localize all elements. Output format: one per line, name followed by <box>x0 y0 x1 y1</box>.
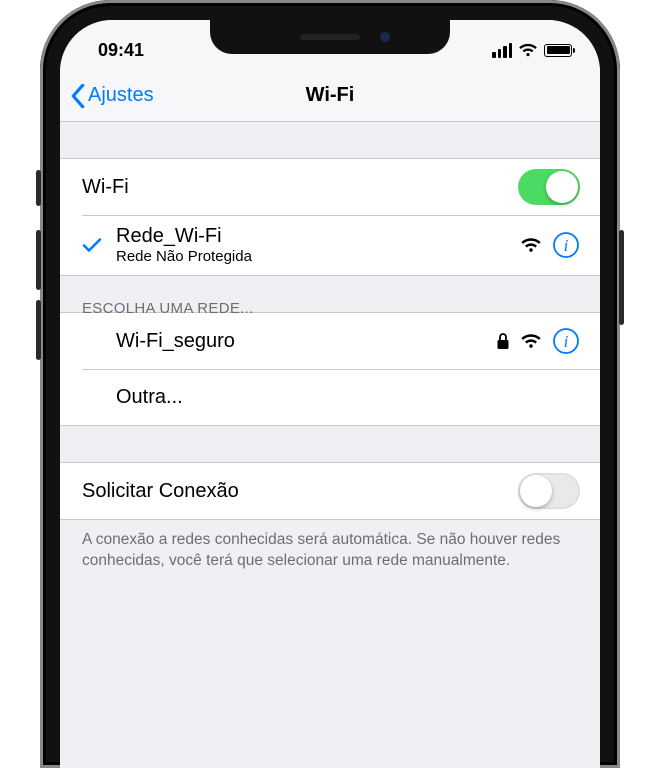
info-button[interactable]: i <box>552 327 580 355</box>
choose-network-header: ESCOLHA UMA REDE... <box>60 276 600 312</box>
battery-icon <box>544 44 572 57</box>
svg-text:i: i <box>564 332 569 351</box>
wifi-toggle-label: Wi-Fi <box>82 176 518 199</box>
wifi-signal-icon <box>520 237 542 253</box>
wifi-toggle-switch[interactable] <box>518 169 580 205</box>
checkmark-icon <box>82 236 116 254</box>
ask-to-join-switch[interactable] <box>518 473 580 509</box>
other-network-label: Outra... <box>116 386 580 409</box>
connected-network-name: Rede_Wi-Fi <box>116 225 520 248</box>
connected-network-subtitle: Rede Não Protegida <box>116 248 520 265</box>
back-button[interactable]: Ajustes <box>70 84 154 108</box>
chevron-left-icon <box>70 84 86 108</box>
ask-to-join-row: Solicitar Conexão <box>60 463 600 519</box>
back-label: Ajustes <box>88 84 154 107</box>
device-notch <box>210 20 450 54</box>
settings-wifi-screen: 09:41 Ajustes Wi-Fi <box>60 20 600 768</box>
ask-to-join-footer: A conexão a redes conhecidas será automá… <box>60 520 600 592</box>
status-time: 09:41 <box>98 40 144 61</box>
nav-bar: Ajustes Wi-Fi <box>60 70 600 122</box>
cellular-signal-icon <box>492 43 512 58</box>
ask-to-join-label: Solicitar Conexão <box>82 480 518 503</box>
network-row[interactable]: Wi-Fi_seguro <box>60 313 600 369</box>
other-network-row[interactable]: Outra... <box>60 369 600 425</box>
lock-icon <box>496 332 510 350</box>
wifi-status-icon <box>518 43 538 57</box>
wifi-signal-icon <box>520 333 542 349</box>
connected-network-row[interactable]: Rede_Wi-Fi Rede Não Protegida i <box>60 215 600 275</box>
info-button[interactable]: i <box>552 231 580 259</box>
wifi-toggle-row: Wi-Fi <box>60 159 600 215</box>
page-title: Wi-Fi <box>306 84 355 107</box>
svg-text:i: i <box>564 236 569 255</box>
network-name: Wi-Fi_seguro <box>116 330 496 353</box>
